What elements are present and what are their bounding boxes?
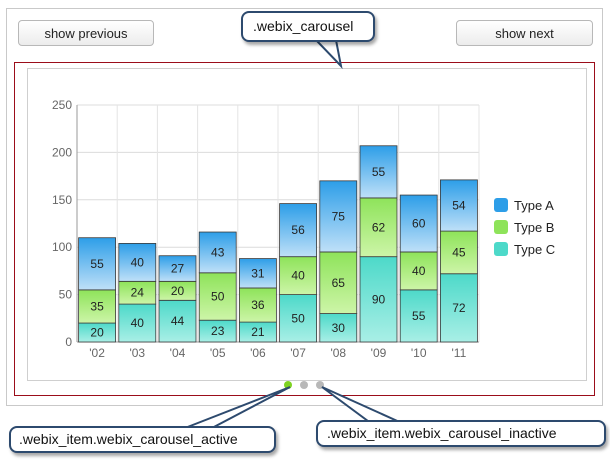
bar-data-label: 40 xyxy=(131,255,145,269)
legend-label: Type B xyxy=(514,220,554,235)
y-tick-label: 200 xyxy=(52,145,72,159)
bar-data-label: 50 xyxy=(211,289,225,303)
chart-panel: 0 50 100 150 200 250 20 35 55 '02 40 24 40 '03 44 20 27 '… xyxy=(27,68,587,381)
x-tick-label: '04 xyxy=(170,346,186,360)
legend-label: Type A xyxy=(514,198,554,213)
x-tick-label: '09 xyxy=(371,346,387,360)
carousel-callout: .webix_carousel xyxy=(241,11,375,42)
legend-swatch xyxy=(494,220,508,234)
bar-data-label: 56 xyxy=(291,223,305,237)
x-tick-label: '03 xyxy=(129,346,145,360)
bar-data-label: 20 xyxy=(171,284,185,298)
inactive-item-callout: .webix_item.webix_carousel_inactive xyxy=(316,420,606,447)
bar-data-label: 40 xyxy=(131,316,145,330)
x-tick-label: '10 xyxy=(411,346,427,360)
bar-data-label: 50 xyxy=(291,311,305,325)
bar-data-label: 72 xyxy=(452,301,466,315)
active-callout-text: .webix_item.webix_carousel_active xyxy=(19,431,238,447)
bar-data-label: 45 xyxy=(452,245,466,259)
stacked-bar-chart: 0 50 100 150 200 250 20 35 55 '02 40 24 40 '03 44 20 27 '… xyxy=(52,98,555,360)
show-previous-button[interactable]: show previous xyxy=(18,20,154,46)
bar-data-label: 43 xyxy=(211,245,225,259)
bar-data-label: 90 xyxy=(372,292,386,306)
active-item-callout: .webix_item.webix_carousel_active xyxy=(9,426,276,453)
bar-data-label: 75 xyxy=(332,209,346,223)
bar-data-label: 36 xyxy=(251,298,265,312)
bar-data-label: 31 xyxy=(251,266,265,280)
y-tick-label: 50 xyxy=(59,288,73,302)
bar-data-label: 62 xyxy=(372,220,386,234)
bar-data-label: 30 xyxy=(332,321,346,335)
show-next-button[interactable]: show next xyxy=(456,20,593,46)
x-tick-label: '05 xyxy=(210,346,226,360)
y-tick-label: 150 xyxy=(52,193,72,207)
bar-data-label: 44 xyxy=(171,314,185,328)
carousel-dot-inactive[interactable] xyxy=(300,381,308,389)
carousel-dot-inactive[interactable] xyxy=(316,381,324,389)
carousel-callout-text: .webix_carousel xyxy=(253,18,354,34)
x-tick-label: '02 xyxy=(89,346,105,360)
bar-data-label: 35 xyxy=(90,299,104,313)
bar-data-label: 54 xyxy=(452,198,466,212)
x-tick-label: '11 xyxy=(452,346,467,360)
bar-data-label: 55 xyxy=(372,165,386,179)
legend-swatch xyxy=(494,242,508,256)
legend-label: Type C xyxy=(514,242,555,257)
y-tick-label: 0 xyxy=(65,335,72,349)
carousel-dot-active[interactable] xyxy=(284,381,292,389)
bar-data-label: 24 xyxy=(131,286,145,300)
x-tick-label: '08 xyxy=(330,346,346,360)
bar-data-label: 21 xyxy=(251,325,265,339)
bar-data-label: 55 xyxy=(412,309,426,323)
bar-data-label: 65 xyxy=(332,276,346,290)
bar-data-label: 40 xyxy=(291,269,305,283)
legend-swatch xyxy=(494,198,508,212)
y-tick-label: 250 xyxy=(52,98,72,112)
bar-data-label: 27 xyxy=(171,262,185,276)
inactive-callout-text: .webix_item.webix_carousel_inactive xyxy=(327,425,557,441)
bar-data-label: 20 xyxy=(90,326,104,340)
bar-data-label: 23 xyxy=(211,324,225,338)
bar-data-label: 40 xyxy=(412,264,426,278)
y-tick-label: 100 xyxy=(52,240,72,254)
x-tick-label: '07 xyxy=(290,346,306,360)
bar-data-label: 60 xyxy=(412,217,426,231)
bar-data-label: 55 xyxy=(90,257,104,271)
x-tick-label: '06 xyxy=(250,346,266,360)
